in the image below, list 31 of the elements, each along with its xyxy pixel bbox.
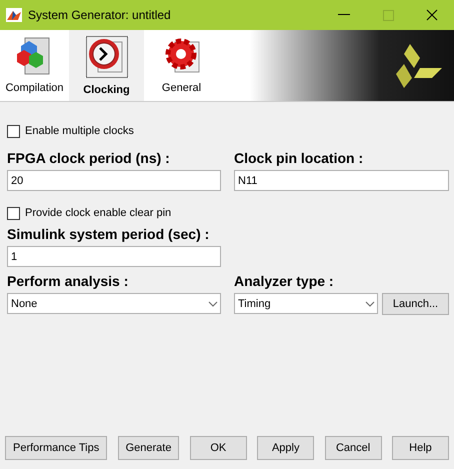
- dialog-button[interactable]: Cancel: [324, 436, 382, 460]
- launch-button[interactable]: Launch...: [382, 293, 449, 315]
- field-label: Simulink system period (sec) :: [7, 225, 210, 242]
- field-label: Perform analysis :: [7, 272, 130, 289]
- toolbar-tab[interactable]: Compilation: [0, 30, 69, 101]
- input-field[interactable]: 1: [7, 246, 221, 267]
- dialog-button[interactable]: Generate: [118, 436, 180, 460]
- field-label: Analyzer type :: [234, 272, 335, 289]
- checkbox[interactable]: [7, 206, 20, 220]
- clock-icon: [86, 36, 128, 78]
- toolbar-tab[interactable]: General: [144, 30, 219, 101]
- close-icon[interactable]: [426, 9, 438, 21]
- checkbox-label: Enable multiple clocks: [25, 125, 134, 137]
- app-icon: [6, 8, 22, 22]
- input-field[interactable]: N11: [234, 170, 449, 191]
- dropdown-caret-icon: [365, 300, 375, 306]
- checkbox-label: Provide clock enable clear pin: [25, 207, 172, 219]
- dialog-button[interactable]: Apply: [257, 436, 314, 460]
- minimize-icon[interactable]: [338, 14, 350, 16]
- dialog-button[interactable]: OK: [190, 436, 247, 460]
- input-field[interactable]: 20: [7, 170, 221, 191]
- toolbar-tab[interactable]: Clocking: [69, 30, 144, 101]
- dropdown[interactable]: Timing: [234, 293, 378, 314]
- field-label: Clock pin location :: [234, 149, 364, 166]
- checkbox[interactable]: [7, 124, 20, 138]
- dropdown[interactable]: None: [7, 293, 221, 314]
- dropdown-caret-icon: [208, 300, 218, 306]
- window-title: System Generator: untitled: [28, 8, 172, 22]
- field-label: FPGA clock period (ns) :: [7, 149, 171, 166]
- dialog-button[interactable]: Performance Tips: [5, 436, 108, 460]
- dialog-button[interactable]: Help: [392, 436, 449, 460]
